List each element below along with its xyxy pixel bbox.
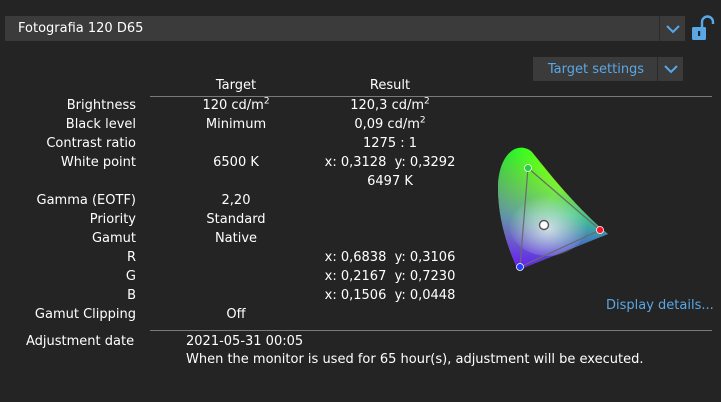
row-target-text: Standard: [206, 212, 266, 227]
row-result-value: x: 0,1506 y: 0,0448: [300, 288, 480, 303]
row-label: Contrast ratio: [46, 136, 136, 151]
target-settings-dropdown[interactable]: [657, 57, 683, 81]
gamut-point-g: [524, 164, 532, 172]
row-target-value: 6500 K: [166, 155, 306, 170]
column-header-result: Result: [369, 78, 411, 93]
preset-name: Fotografia 120 D65: [18, 21, 144, 36]
row-label: White point: [60, 155, 136, 170]
gamut-point-b: [516, 263, 524, 271]
adjustment-date-label: Adjustment date: [26, 334, 135, 349]
display-details-link[interactable]: Display details...: [606, 298, 714, 313]
row-result-text: 0,09 cd/m: [354, 117, 420, 132]
row-target-text: Off: [226, 307, 246, 322]
row-target-text: Minimum: [205, 117, 267, 132]
row-result-text: x: 0,3128 y: 0,3292: [324, 155, 456, 170]
row-label: Gamma (EOTF): [36, 193, 136, 208]
row-target-value: Off: [166, 307, 306, 322]
row-result-text: x: 0,2167 y: 0,7230: [324, 269, 456, 284]
row-target-value: 120 cd/m2: [166, 96, 306, 113]
gamut-point-r: [596, 226, 604, 234]
row-label: B: [127, 288, 136, 303]
row-label: Black level: [65, 117, 136, 132]
preset-selector[interactable]: Fotografia 120 D65: [5, 16, 685, 41]
row-result-value: 1275 : 1: [300, 136, 480, 151]
row-result-text: x: 0,6838 y: 0,3106: [324, 250, 456, 265]
row-label: Gamut: [91, 231, 136, 246]
target-settings-button[interactable]: Target settings: [533, 57, 683, 81]
adjustment-note: When the monitor is used for 65 hour(s),…: [186, 352, 644, 367]
target-settings-label: Target settings: [547, 61, 645, 77]
row-result-text: 120,3 cd/m: [350, 98, 425, 113]
row-label: R: [126, 250, 136, 265]
row-result-value: x: 0,3128 y: 0,3292: [300, 155, 480, 170]
row-target-unit-exponent: 2: [263, 96, 270, 107]
lock-button[interactable]: [690, 14, 716, 42]
row-target-text: 120 cd/m: [202, 98, 264, 113]
row-result-unit-exponent: 2: [419, 115, 426, 126]
row-target-value: Minimum: [166, 117, 306, 132]
footer-divider: [150, 330, 712, 331]
row-result-unit-exponent: 2: [424, 96, 430, 107]
header-divider: [150, 96, 712, 97]
row-label: Priority: [89, 212, 136, 227]
chevron-down-icon: [665, 24, 680, 33]
column-header-target: Target: [215, 78, 257, 93]
row-result-value: 120,3 cd/m2: [300, 96, 480, 113]
white-point-marker: [538, 219, 550, 231]
row-label: Gamut Clipping: [34, 307, 136, 322]
row-result-value: x: 0,2167 y: 0,7230: [300, 269, 480, 284]
row-target-text: Native: [214, 231, 258, 246]
row-result-value: 6497 K: [300, 174, 480, 189]
row-target-value: Standard: [166, 212, 306, 227]
adjustment-date-value: 2021-05-31 00:05: [186, 334, 304, 349]
row-target-value: Native: [166, 231, 306, 246]
row-result-text: x: 0,1506 y: 0,0448: [324, 288, 456, 303]
row-result-text: 6497 K: [367, 174, 413, 189]
row-result-value: x: 0,6838 y: 0,3106: [300, 250, 480, 265]
row-target-text: 6500 K: [213, 155, 259, 170]
unlock-icon: [692, 15, 715, 40]
row-label: G: [125, 269, 136, 284]
chevron-down-icon: [663, 65, 678, 74]
gamut-diagram: [498, 147, 608, 271]
row-target-value: 2,20: [166, 193, 306, 208]
row-label: Brightness: [66, 98, 136, 113]
row-result-text: 1275 : 1: [363, 136, 417, 151]
row-target-text: 2,20: [221, 193, 251, 208]
preset-dropdown-button[interactable]: [659, 16, 685, 41]
row-result-value: 0,09 cd/m2: [300, 115, 480, 132]
